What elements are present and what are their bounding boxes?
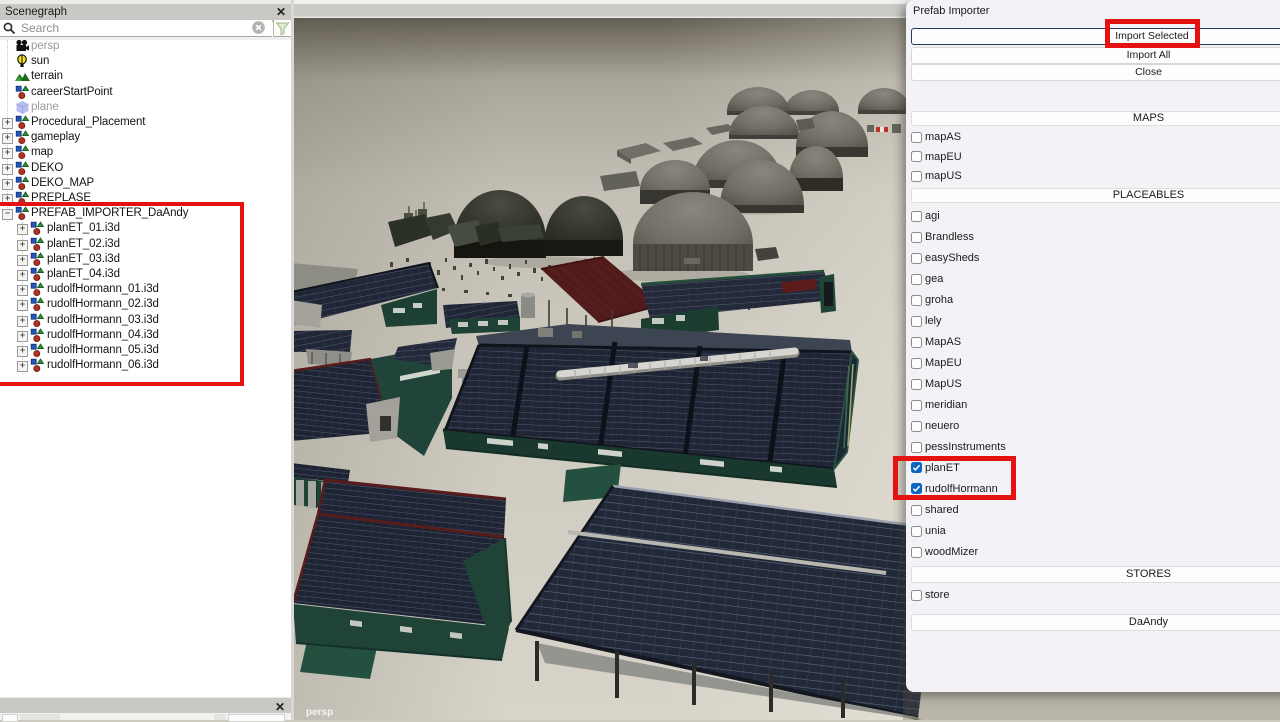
svg-text:persp: persp bbox=[306, 707, 333, 718]
